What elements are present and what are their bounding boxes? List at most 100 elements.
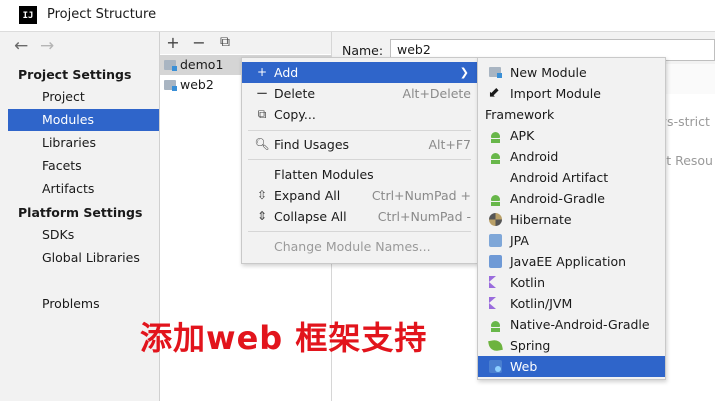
submenu-item-android-artifact[interactable]: Android Artifact (478, 167, 665, 188)
menu-item-label: Copy... (274, 107, 316, 122)
submenu-item-new-module[interactable]: New Module (478, 62, 665, 83)
menu-item-find-usages[interactable]: 🔍︎ Find Usages Alt+F7 (242, 134, 477, 155)
submenu-item-label: APK (510, 128, 535, 143)
android-icon (488, 317, 503, 332)
intellij-logo-icon: IJ (19, 6, 37, 24)
platform-settings-header: Platform Settings (18, 205, 143, 220)
submenu-item-javaee-application[interactable]: JavaEE Application (478, 251, 665, 272)
kotlin-icon (488, 275, 503, 290)
search-icon: 🔍︎ (254, 137, 270, 151)
logo-text: IJ (22, 11, 34, 21)
submenu-item-web[interactable]: Web (478, 356, 665, 377)
tree-toolbar: + − ⧉ (160, 32, 331, 54)
nav-item-facets[interactable]: Facets (8, 155, 159, 177)
submenu-item-jpa[interactable]: JPA (478, 230, 665, 251)
javaee-icon (488, 254, 503, 269)
menu-item-label: Find Usages (274, 137, 350, 152)
submenu-item-label: JPA (510, 233, 529, 248)
hibernate-icon (488, 212, 503, 227)
submenu-item-label: Android Artifact (510, 170, 609, 185)
project-settings-header: Project Settings (18, 67, 132, 82)
menu-item-collapse-all[interactable]: ⇕ Collapse All Ctrl+NumPad - (242, 206, 477, 227)
title-bar: IJ Project Structure (0, 0, 715, 32)
nav-item-libraries[interactable]: Libraries (8, 132, 159, 154)
submenu-item-label: Import Module (510, 86, 601, 101)
submenu-item-spring[interactable]: Spring (478, 335, 665, 356)
submenu-item-label: New Module (510, 65, 587, 80)
menu-item-change-module-names: Change Module Names... (242, 236, 477, 257)
menu-item-expand-all[interactable]: ⇳ Expand All Ctrl+NumPad + (242, 185, 477, 206)
nav-item-sdks[interactable]: SDKs (8, 224, 159, 246)
menu-item-label: Change Module Names... (274, 239, 431, 254)
context-menu: + Add ❯ − Delete Alt+Delete ⧉ Copy... 🔍︎… (241, 57, 478, 264)
window-title: Project Structure (47, 7, 157, 22)
back-arrow-icon[interactable]: ← (14, 36, 28, 56)
add-module-icon[interactable]: + (165, 33, 181, 52)
add-submenu: New Module ⬋ Import Module Framework APK… (477, 57, 666, 380)
submenu-item-label: Hibernate (510, 212, 572, 227)
tree-item-label: web2 (180, 77, 214, 92)
settings-nav: ← → Project Settings Project Modules Lib… (0, 32, 160, 401)
menu-shortcut: Ctrl+NumPad + (371, 188, 471, 203)
submenu-item-kotlin[interactable]: Kotlin (478, 272, 665, 293)
menu-item-add[interactable]: + Add ❯ (242, 62, 477, 83)
android-icon (488, 191, 503, 206)
submenu-item-import-module[interactable]: ⬋ Import Module (478, 83, 665, 104)
annotation-text: 添加web 框架支持 (140, 319, 428, 357)
framework-header: Framework (485, 107, 555, 122)
submenu-item-label: JavaEE Application (510, 254, 627, 269)
menu-separator (248, 130, 471, 131)
menu-item-delete[interactable]: − Delete Alt+Delete (242, 83, 477, 104)
plus-icon: + (256, 65, 268, 79)
menu-item-label: Add (274, 65, 299, 80)
expand-all-icon: ⇳ (256, 188, 268, 202)
submenu-item-hibernate[interactable]: Hibernate (478, 209, 665, 230)
submenu-item-label: Web (510, 359, 538, 374)
web-icon (488, 359, 503, 374)
module-folder-icon (164, 80, 177, 91)
spring-leaf-icon (488, 338, 503, 353)
forward-arrow-icon[interactable]: → (40, 36, 54, 56)
menu-separator (248, 159, 471, 160)
menu-item-label: Collapse All (274, 209, 347, 224)
name-label: Name: (342, 43, 384, 58)
submenu-item-apk[interactable]: APK (478, 125, 665, 146)
submenu-item-android-gradle[interactable]: Android-Gradle (478, 188, 665, 209)
menu-item-label: Flatten Modules (274, 167, 374, 182)
menu-shortcut: Alt+Delete (402, 86, 471, 101)
menu-item-label: Delete (274, 86, 316, 101)
new-module-icon (488, 65, 503, 80)
nav-item-modules[interactable]: Modules (8, 109, 159, 131)
remove-module-icon[interactable]: − (191, 33, 207, 52)
menu-item-label: Expand All (274, 188, 341, 203)
minus-icon: − (255, 84, 269, 102)
menu-separator (248, 231, 471, 232)
android-icon (488, 149, 503, 164)
menu-item-flatten-modules[interactable]: Flatten Modules (242, 164, 477, 185)
submenu-item-android[interactable]: Android (478, 146, 665, 167)
submenu-arrow-icon: ❯ (459, 66, 469, 79)
module-folder-icon (164, 60, 177, 71)
copy-icon: ⧉ (257, 107, 267, 121)
submenu-item-label: Native-Android-Gradle (510, 317, 650, 332)
menu-item-copy[interactable]: ⧉ Copy... (242, 104, 477, 125)
submenu-item-label: Android (510, 149, 559, 164)
submenu-item-native-android-gradle[interactable]: Native-Android-Gradle (478, 314, 665, 335)
nav-item-global-libraries[interactable]: Global Libraries (8, 247, 159, 269)
android-icon (488, 128, 503, 143)
submenu-item-label: Kotlin (510, 275, 545, 290)
tree-item-label: demo1 (180, 57, 224, 72)
submenu-item-label: Spring (510, 338, 551, 353)
copy-module-icon[interactable]: ⧉ (217, 34, 233, 50)
jpa-icon (488, 233, 503, 248)
nav-item-project[interactable]: Project (8, 86, 159, 108)
menu-shortcut: Ctrl+NumPad - (377, 209, 471, 224)
nav-item-artifacts[interactable]: Artifacts (8, 178, 159, 200)
menu-shortcut: Alt+F7 (428, 137, 471, 152)
submenu-item-label: Kotlin/JVM (510, 296, 573, 311)
nav-item-problems[interactable]: Problems (8, 293, 159, 315)
import-arrow-icon: ⬋ (488, 85, 500, 101)
collapse-all-icon: ⇕ (256, 209, 268, 223)
submenu-item-label: Android-Gradle (510, 191, 605, 206)
submenu-item-kotlin-jvm[interactable]: Kotlin/JVM (478, 293, 665, 314)
